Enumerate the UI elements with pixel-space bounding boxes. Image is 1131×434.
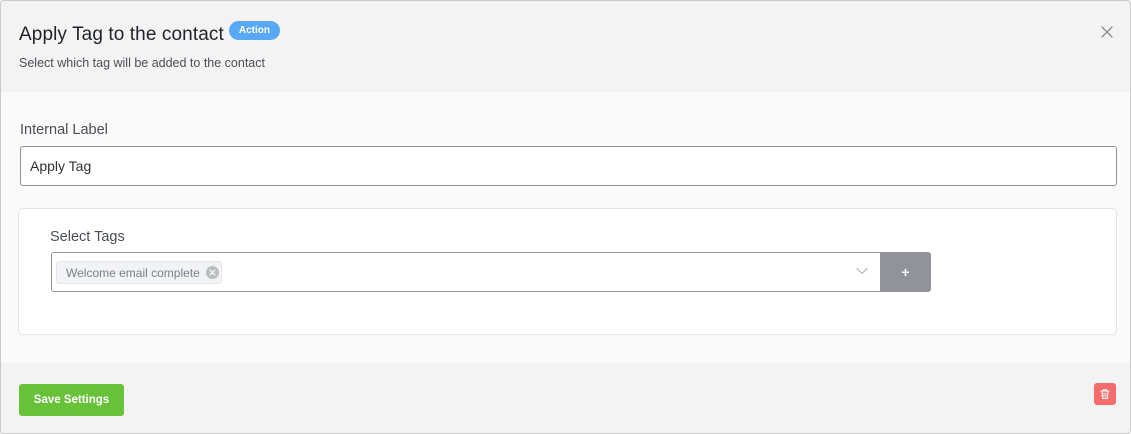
add-tag-button[interactable]: + [880, 252, 931, 292]
trash-icon [1099, 388, 1111, 400]
panel-footer: Save Settings [1, 363, 1130, 433]
select-tags-card: Select Tags Welcome email complete + [18, 208, 1117, 335]
selected-tag-chip: Welcome email complete [56, 261, 222, 284]
tags-select[interactable]: Welcome email complete [51, 252, 881, 292]
tag-chip-label: Welcome email complete [66, 265, 200, 280]
panel-title: Apply Tag to the contact [19, 24, 224, 45]
panel-body: Internal Label Select Tags Welcome email… [1, 92, 1130, 363]
action-badge: Action [228, 21, 280, 40]
internal-label-title: Internal Label [20, 122, 108, 138]
circle-close-icon[interactable] [205, 266, 219, 279]
action-settings-panel: Apply Tag to the contact Action Select w… [0, 0, 1131, 434]
select-tags-label: Select Tags [50, 229, 125, 245]
panel-header: Apply Tag to the contact Action Select w… [1, 1, 1130, 92]
panel-subtitle: Select which tag will be added to the co… [19, 56, 265, 70]
chevron-down-icon [856, 267, 868, 275]
close-icon[interactable] [1100, 25, 1114, 39]
title-row: Apply Tag to the contact Action [19, 19, 280, 51]
save-settings-button[interactable]: Save Settings [19, 384, 124, 416]
internal-label-input[interactable] [20, 146, 1117, 186]
delete-button[interactable] [1094, 383, 1116, 405]
